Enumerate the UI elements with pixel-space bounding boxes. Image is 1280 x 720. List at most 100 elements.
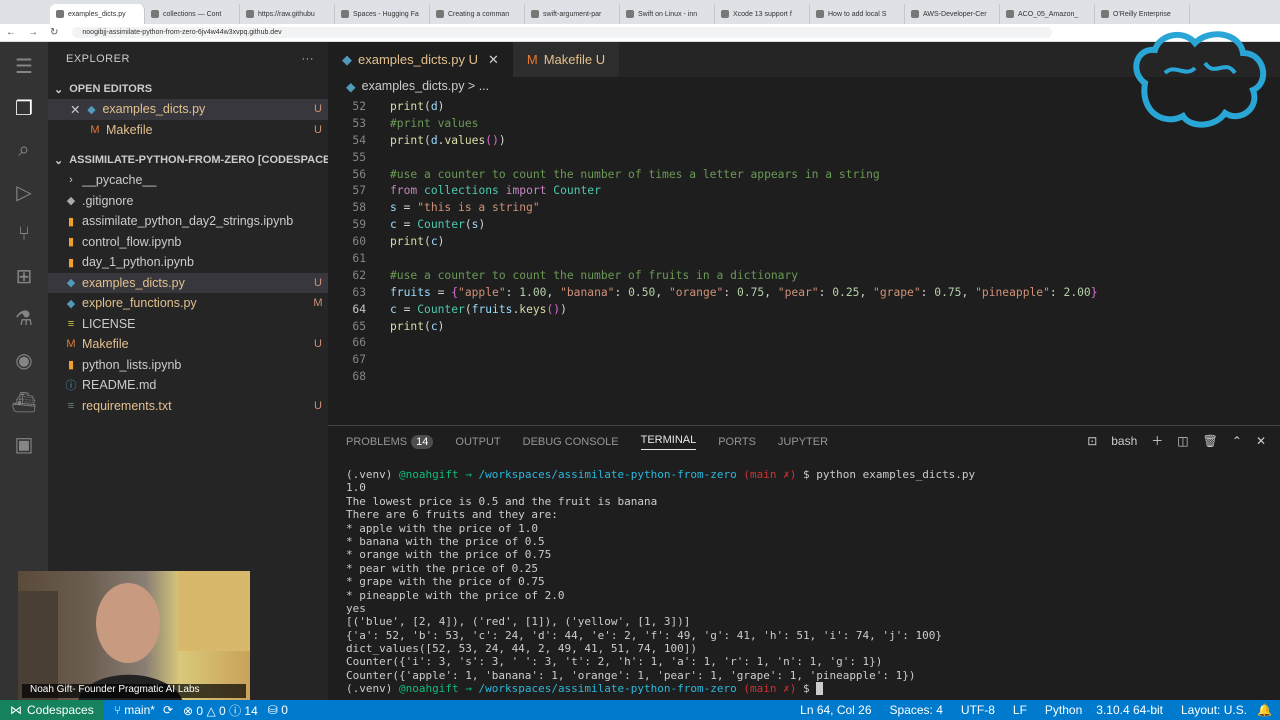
tab-problems[interactable]: PROBLEMS 14 (346, 435, 434, 449)
terminal-cursor (816, 682, 823, 696)
run-debug-icon[interactable]: ▷ (10, 178, 38, 206)
notebook-icon: ▮ (67, 215, 75, 228)
encoding[interactable]: UTF-8 (961, 703, 995, 717)
split-terminal-icon[interactable]: ◫ (1177, 434, 1188, 448)
notifications-icon[interactable]: 🔔 (1257, 703, 1272, 717)
forward-icon[interactable]: → (28, 27, 38, 38)
browser-tab[interactable]: collections — Cont (145, 4, 240, 24)
open-editors-section[interactable]: ⌄ OPEN EDITORS (48, 79, 328, 99)
menu-icon[interactable]: ☰ (10, 52, 38, 80)
file-item[interactable]: M Makefile U (48, 334, 328, 355)
close-icon[interactable]: ✕ (488, 52, 499, 68)
terminal-output-line: Counter({'apple': 1, 'banana': 1, 'orang… (346, 668, 916, 682)
file-item[interactable]: › __pycache__ (48, 170, 328, 191)
terminal-output-line: dict_values([52, 53, 24, 44, 2, 49, 41, … (346, 642, 697, 656)
trash-icon[interactable]: 🗑 (1203, 434, 1218, 448)
browser-tab[interactable]: Creating a comman (430, 4, 525, 24)
code-line: 56 #use a counter to count the number of … (352, 167, 880, 181)
remote-explorer-icon[interactable]: ▣ (10, 430, 38, 458)
remote-indicator[interactable]: ⋈ Codespaces (0, 700, 104, 720)
close-panel-icon[interactable]: ✕ (1256, 434, 1266, 448)
favicon-icon (911, 10, 919, 18)
code-line: 59 c = Counter(s) (352, 218, 486, 232)
terminal-output-line: * pineapple with the price of 2.0 (346, 588, 565, 602)
branch-icon: ⑂ (113, 703, 121, 717)
terminal-output-line: * pear with the price of 0.25 (346, 561, 539, 575)
tab-output[interactable]: OUTPUT (455, 436, 500, 448)
indentation[interactable]: Spaces: 4 (890, 703, 943, 717)
add-terminal-icon[interactable]: ＋ (1151, 432, 1163, 449)
explorer-icon[interactable]: ❐ (10, 94, 38, 122)
browser-tab[interactable]: swift-argument-par (525, 4, 620, 24)
warning-icon: △ (206, 703, 216, 718)
file-item[interactable]: ◆ examples_dicts.py U (48, 272, 328, 293)
browser-tab[interactable]: Xcode 13 support f (715, 4, 810, 24)
notebook-icon: ▮ (67, 256, 75, 269)
browser-tab[interactable]: Swift on Linux - inn (620, 4, 715, 24)
makefile-icon: M (526, 52, 538, 67)
browser-tab[interactable]: examples_dicts.py (50, 4, 145, 24)
file-item[interactable]: ◆ .gitignore (48, 191, 328, 212)
tab-examples-dicts[interactable]: ◆ examples_dicts.py U ✕ (328, 42, 513, 77)
shell-label[interactable]: bash (1111, 434, 1137, 448)
code-line: 58 s = "this is a string" (352, 201, 540, 215)
tab-ports[interactable]: PORTS (718, 436, 756, 448)
tab-debug-console[interactable]: DEBUG CONSOLE (523, 436, 619, 448)
python-icon: ◆ (342, 51, 352, 67)
testing-icon[interactable]: ⚗ (10, 304, 38, 332)
browser-tab[interactable]: How to add local S (810, 4, 905, 24)
maximize-icon[interactable]: ⌃ (1232, 434, 1242, 448)
browser-tab[interactable]: Spaces - Hugging Fa (335, 4, 430, 24)
language-mode[interactable]: Python (1045, 703, 1082, 717)
python-icon: ◆ (87, 103, 96, 116)
terminal[interactable]: (.venv) @noahgift → /workspaces/assimila… (346, 468, 1266, 698)
python-interpreter[interactable]: 3.10.4 64-bit (1096, 703, 1163, 717)
github-icon[interactable]: ◉ (10, 346, 38, 374)
file-item[interactable]: ▮ assimilate_python_day2_strings.ipynb (48, 211, 328, 232)
file-item[interactable]: ▮ control_flow.ipynb (48, 232, 328, 253)
open-editor-item[interactable]: M Makefile U (48, 120, 328, 141)
address-input[interactable]: noogibjj-assimilate-python-from-zero-6jv… (72, 27, 1053, 38)
close-icon[interactable]: ✕ (70, 102, 80, 117)
code-line: 65 print(c) (352, 319, 445, 333)
file-item[interactable]: ≡ LICENSE (48, 314, 328, 335)
keyboard-layout[interactable]: Layout: U.S. (1181, 703, 1247, 717)
browser-tab[interactable]: AWS-Developer-Cer (905, 4, 1000, 24)
notebook-icon: ▮ (67, 359, 75, 372)
browser-tab[interactable]: O'Reilly Enterprise (1095, 4, 1190, 24)
file-item[interactable]: ▮ day_1_python.ipynb (48, 252, 328, 273)
sync-icon[interactable]: ⟳ (163, 703, 173, 717)
workspace-section[interactable]: ⌄ ASSIMILATE-PYTHON-FROM-ZERO [CODESPACES… (48, 150, 328, 170)
search-icon[interactable]: ⌕ (10, 136, 38, 164)
cursor-position[interactable]: Ln 64, Col 26 (800, 703, 871, 717)
reload-icon[interactable]: ↻ (50, 27, 58, 38)
extensions-icon[interactable]: ⊞ (10, 262, 38, 290)
docker-icon[interactable]: ⛴ (10, 388, 38, 416)
browser-tab[interactable]: ACO_05_Amazon_ (1000, 4, 1095, 24)
explorer-header: EXPLORER ··· (66, 53, 315, 65)
ports-status[interactable]: ⛁ 0 (268, 703, 288, 717)
tab-terminal[interactable]: TERMINAL (640, 434, 697, 450)
eol[interactable]: LF (1013, 703, 1027, 717)
chevron-down-icon: ⌄ (54, 83, 64, 96)
tab-jupyter[interactable]: JUPYTER (778, 436, 828, 448)
source-control-icon[interactable]: ⑂ (10, 220, 38, 248)
terminal-prompt-line: (.venv) @noahgift → /workspaces/assimila… (346, 682, 1266, 696)
open-editor-item[interactable]: ✕ ◆ examples_dicts.py U (48, 99, 328, 120)
code-editor[interactable]: 52 print(d) 53 #print values 54 print(d. val… (328, 98, 1280, 388)
port-icon: ⛁ (267, 703, 278, 717)
file-item[interactable]: ≡ requirements.txt U (48, 396, 328, 417)
file-item[interactable]: ▮ python_lists.ipynb (48, 355, 328, 376)
browser-tab[interactable]: https://raw.githubu (240, 4, 335, 24)
file-item[interactable]: ⓘ README.md (48, 375, 328, 396)
terminal-output-line: * orange with the price of 0.75 (346, 548, 552, 562)
file-item[interactable]: ◆ explore_functions.py M (48, 293, 328, 314)
favicon-icon (531, 10, 539, 18)
problems-status[interactable]: ⊗ 0 △ 0 ⓘ 14 (183, 702, 258, 719)
back-icon[interactable]: ← (6, 27, 16, 38)
tab-makefile[interactable]: M Makefile U (512, 42, 620, 77)
code-line: 60 print(c) (352, 235, 445, 249)
branch-status[interactable]: ⑂ main* (114, 703, 155, 717)
git-icon: ◆ (66, 195, 76, 208)
more-actions-icon[interactable]: ··· (302, 53, 315, 65)
